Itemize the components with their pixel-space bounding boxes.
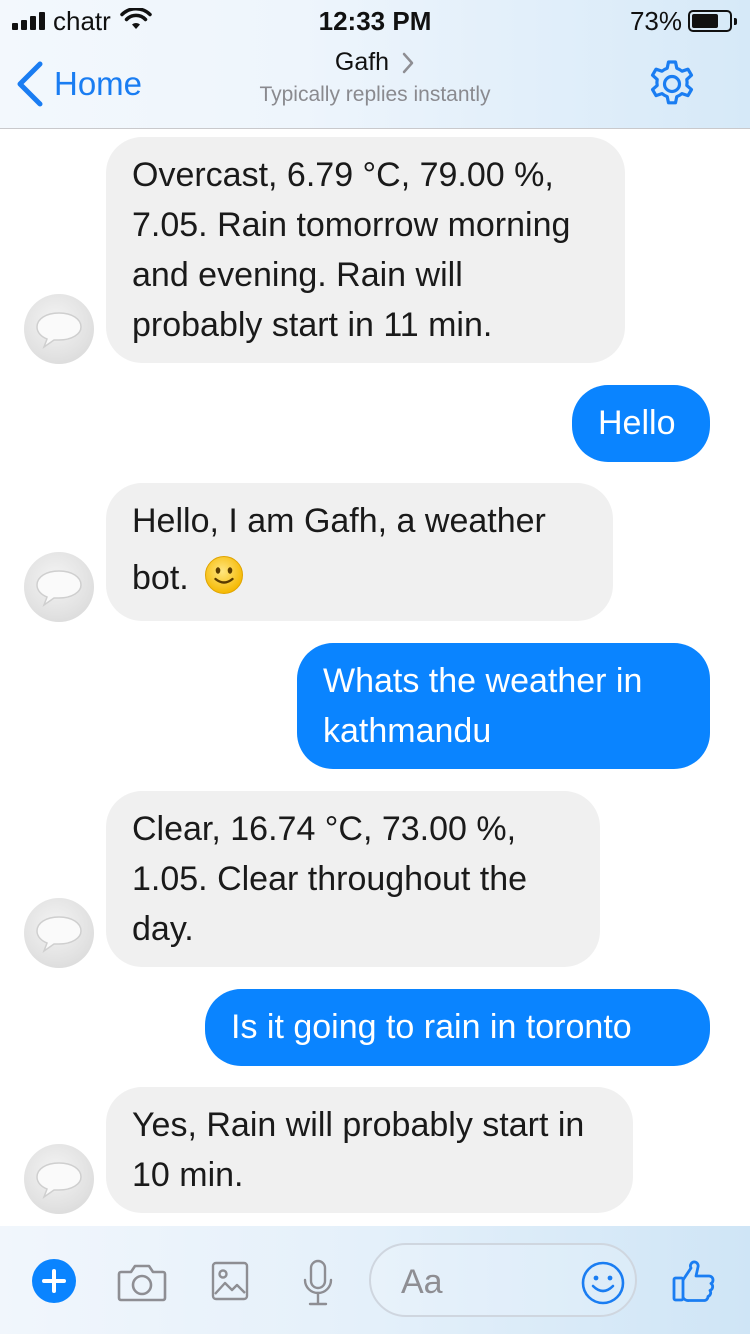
bot-message-bubble: Hello, I am Gafh, a weather bot.: [106, 483, 613, 621]
message-text: Overcast, 6.79 °C, 79.00 %, 7.05. Rain t…: [132, 156, 571, 344]
image-icon[interactable]: [210, 1260, 250, 1302]
battery-fill: [692, 14, 718, 28]
conversation-title-button[interactable]: Gafh: [335, 48, 415, 77]
message-text: Hello, I am Gafh, a weather bot.: [132, 502, 546, 597]
speech-bubble-icon: [36, 570, 82, 608]
conversation-title: Gafh: [334, 48, 390, 76]
bot-message-bubble: Yes, Rain will probably start in 10 min.: [106, 1087, 633, 1213]
user-message-bubble: Whats the weather in kathmandu: [297, 643, 710, 769]
battery-percent: 73%: [629, 6, 682, 36]
bot-avatar: [24, 294, 94, 364]
bot-message-bubble: Clear, 16.74 °C, 73.00 %, 1.05. Clear th…: [106, 791, 600, 967]
message-text: Whats the weather in kathmandu: [323, 662, 643, 750]
microphone-icon[interactable]: [300, 1258, 336, 1308]
slightly-smiling-face-icon: [205, 556, 244, 594]
emoji-icon[interactable]: [580, 1260, 626, 1306]
bot-message-bubble: Overcast, 6.79 °C, 79.00 %, 7.05. Rain t…: [106, 137, 625, 363]
message-text: Hello: [598, 404, 676, 442]
bot-avatar: [24, 552, 94, 622]
plus-icon[interactable]: [32, 1259, 76, 1303]
back-button[interactable]: Home: [14, 60, 142, 108]
speech-bubble-icon: [36, 312, 82, 350]
conversation-subtitle: Typically replies instantly: [259, 83, 491, 106]
bot-avatar: [24, 1144, 94, 1214]
speech-bubble-icon: [36, 1162, 82, 1200]
user-message-bubble: Is it going to rain in toronto: [205, 989, 710, 1066]
chevron-right-icon: [402, 52, 414, 73]
camera-icon[interactable]: [117, 1260, 167, 1304]
gear-icon[interactable]: [646, 58, 698, 110]
conversation-title-block: Gafh Typically replies instantly: [150, 48, 600, 107]
message-text: Clear, 16.74 °C, 73.00 %, 1.05. Clear th…: [132, 810, 528, 948]
message-text: Is it going to rain in toronto: [231, 1008, 632, 1046]
chevron-left-icon: [17, 61, 43, 107]
thumbs-up-icon[interactable]: [670, 1258, 718, 1306]
message-input-placeholder: Aa: [401, 1263, 443, 1301]
bot-avatar: [24, 898, 94, 968]
speech-bubble-icon: [36, 916, 82, 954]
status-bar: chatr 12:33 PM 73%: [0, 0, 750, 40]
battery-icon: [688, 10, 737, 32]
user-message-bubble: Hello: [572, 385, 710, 462]
back-label: Home: [54, 65, 143, 102]
message-text: Yes, Rain will probably start in 10 min.: [132, 1106, 585, 1194]
chat-header: chatr 12:33 PM 73% Home Gafh Typically r…: [0, 0, 750, 129]
